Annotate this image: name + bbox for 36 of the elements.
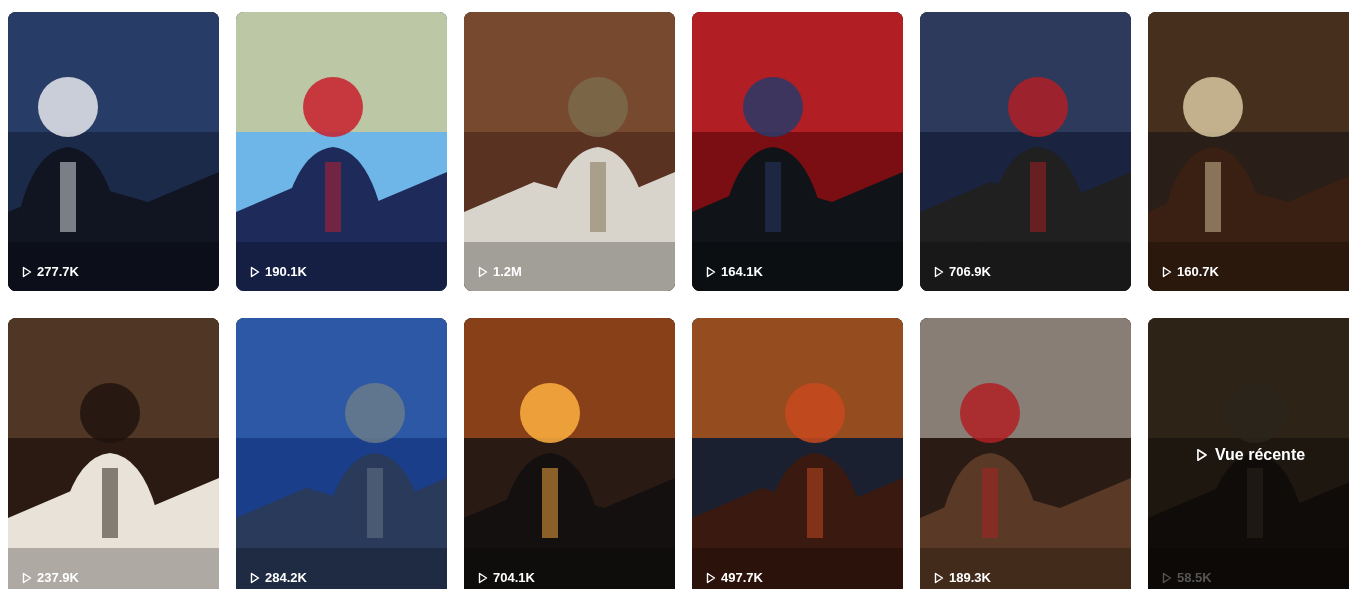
video-card[interactable]: 164.1K <box>692 12 903 291</box>
view-count: 277.7K <box>37 264 79 279</box>
video-card[interactable]: 190.1K <box>236 12 447 291</box>
view-count: 704.1K <box>493 570 535 585</box>
view-count: 497.7K <box>721 570 763 585</box>
video-card[interactable]: 706.9K <box>920 12 1131 291</box>
play-icon <box>706 571 716 584</box>
view-count: 190.1K <box>265 264 307 279</box>
view-count: 706.9K <box>949 264 991 279</box>
play-icon <box>1196 448 1208 462</box>
view-count: 1.2M <box>493 264 522 279</box>
play-icon <box>22 571 32 584</box>
video-card[interactable]: Vue récente 58.5K <box>1148 318 1349 589</box>
video-card[interactable]: 284.2K <box>236 318 447 589</box>
play-icon <box>22 265 32 278</box>
play-icon <box>250 265 260 278</box>
video-card[interactable]: 160.7K <box>1148 12 1349 291</box>
video-card[interactable]: 704.1K <box>464 318 675 589</box>
view-count: 58.5K <box>1177 570 1212 585</box>
play-icon <box>1162 265 1172 278</box>
view-count: 160.7K <box>1177 264 1219 279</box>
video-card[interactable]: 189.3K <box>920 318 1131 589</box>
play-icon <box>478 265 488 278</box>
play-icon <box>1162 571 1172 584</box>
view-count: 284.2K <box>265 570 307 585</box>
play-icon <box>934 265 944 278</box>
play-icon <box>250 571 260 584</box>
view-count: 189.3K <box>949 570 991 585</box>
recently-viewed-label: Vue récente <box>1215 446 1306 464</box>
play-icon <box>934 571 944 584</box>
view-count: 164.1K <box>721 264 763 279</box>
view-count: 237.9K <box>37 570 79 585</box>
play-icon <box>706 265 716 278</box>
video-card[interactable]: 277.7K <box>8 12 219 291</box>
video-card[interactable]: 497.7K <box>692 318 903 589</box>
play-icon <box>478 571 488 584</box>
